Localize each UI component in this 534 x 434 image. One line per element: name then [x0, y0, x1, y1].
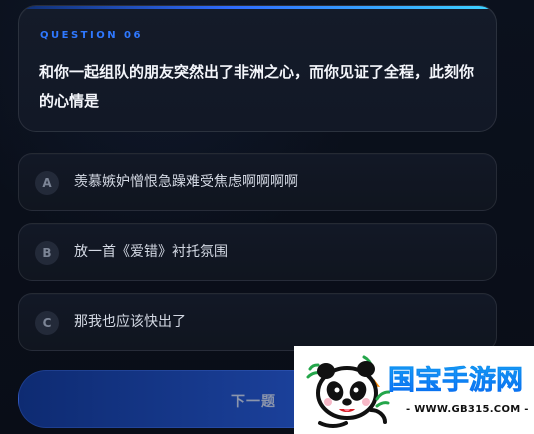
option-text-a: 羡慕嫉妒憎恨急躁难受焦虑啊啊啊啊 [74, 174, 298, 190]
next-question-label: 下一题 [231, 393, 276, 409]
option-text-c: 那我也应该快出了 [74, 314, 186, 330]
watermark-site-name: 国宝手游网 [388, 365, 524, 396]
watermark-site-url: - WWW.GB315.COM - [406, 404, 529, 415]
option-a[interactable]: A 羡慕嫉妒憎恨急躁难受焦虑啊啊啊啊 [18, 153, 497, 211]
site-watermark: 国宝手游网 - WWW.GB315.COM - [294, 346, 534, 434]
option-letter-c: C [35, 311, 59, 335]
panda-icon [306, 355, 390, 428]
option-letter-a: A [35, 171, 59, 195]
option-b[interactable]: B 放一首《爱错》衬托氛围 [18, 223, 497, 281]
question-number: QUESTION 06 [40, 30, 143, 41]
option-c[interactable]: C 那我也应该快出了 [18, 293, 497, 351]
option-text-b: 放一首《爱错》衬托氛围 [74, 244, 228, 260]
quiz-page: QUESTION 06 和你一起组队的朋友突然出了非洲之心，而你见证了全程，此刻… [0, 0, 534, 434]
question-accent-bar [19, 6, 496, 9]
option-letter-b: B [35, 241, 59, 265]
question-card: QUESTION 06 和你一起组队的朋友突然出了非洲之心，而你见证了全程，此刻… [18, 5, 497, 132]
question-text: 和你一起组队的朋友突然出了非洲之心，而你见证了全程，此刻你的心情是 [39, 63, 475, 110]
